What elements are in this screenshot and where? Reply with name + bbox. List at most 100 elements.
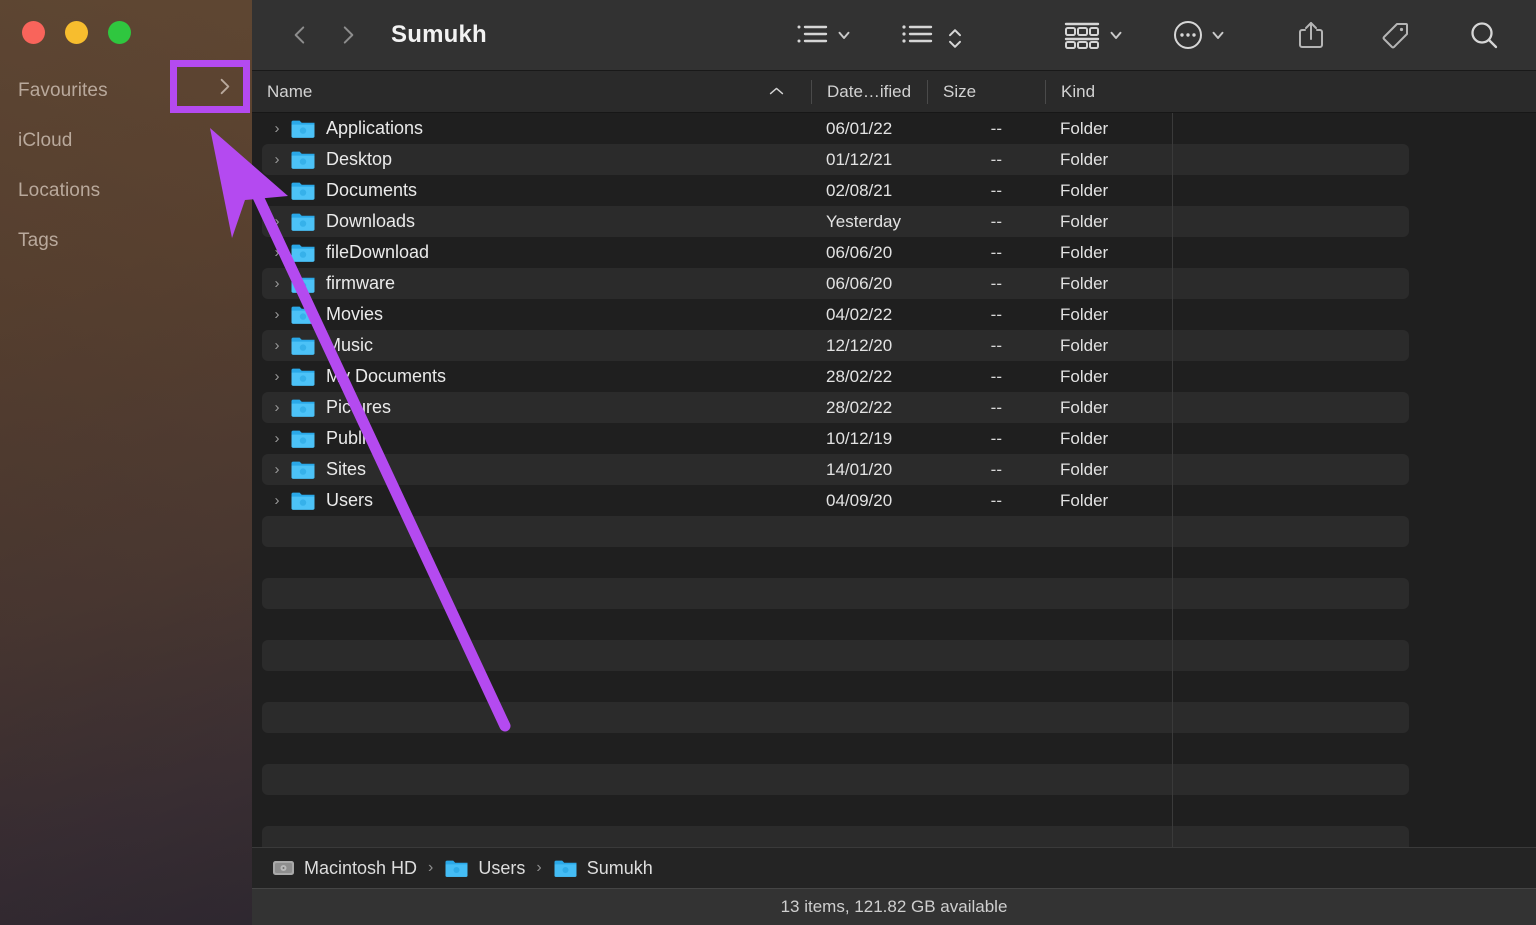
folder-icon — [290, 211, 316, 232]
row-background — [262, 578, 1409, 609]
file-name: Desktop — [326, 149, 393, 169]
column-header-size[interactable]: Size — [928, 71, 1046, 113]
file-size: -- — [990, 118, 1002, 138]
close-button[interactable] — [22, 21, 45, 44]
folder-icon — [290, 118, 316, 139]
status-text: 13 items, 121.82 GB available — [780, 897, 1008, 916]
disclosure-triangle-icon[interactable]: › — [264, 461, 290, 478]
disclosure-triangle-icon[interactable]: › — [264, 399, 290, 416]
table-row[interactable]: › Movies 04/02/22 -- Folder — [252, 299, 1536, 330]
sort-order-icon[interactable] — [945, 26, 963, 48]
disclosure-triangle-icon[interactable]: › — [264, 213, 290, 230]
sidebar-section-tags[interactable]: Tags — [0, 216, 252, 266]
table-row[interactable]: › Documents 02/08/21 -- Folder — [252, 175, 1536, 206]
disclosure-triangle-icon[interactable]: › — [264, 368, 290, 385]
breadcrumb-item-macintosh-hd[interactable]: Macintosh HD — [272, 858, 417, 879]
traffic-lights — [22, 21, 131, 44]
sidebar-collapse-chevron-icon[interactable] — [213, 75, 236, 103]
table-row[interactable]: › Music 12/12/20 -- Folder — [252, 330, 1536, 361]
table-row[interactable]: › fileDownload 06/06/20 -- Folder — [252, 237, 1536, 268]
column-header-date-modified[interactable]: Date…ified — [812, 71, 928, 113]
table-row[interactable]: › Public 10/12/19 -- Folder — [252, 423, 1536, 454]
group-by-button[interactable] — [795, 22, 853, 48]
table-row[interactable]: › Users 04/09/20 -- Folder — [252, 485, 1536, 516]
disclosure-triangle-icon[interactable]: › — [264, 306, 290, 323]
folder-icon — [290, 273, 316, 294]
sidebar-section-icloud[interactable]: iCloud — [0, 116, 252, 166]
row-background — [262, 547, 1409, 578]
folder-icon — [290, 397, 316, 418]
file-name: Music — [326, 335, 374, 355]
disclosure-triangle-icon[interactable]: › — [264, 151, 290, 168]
breadcrumb-item-users[interactable]: Users — [444, 858, 525, 879]
breadcrumb-separator: › — [536, 859, 542, 876]
row-background — [262, 640, 1409, 671]
chevron-down-icon[interactable] — [1107, 26, 1125, 44]
action-menu-button[interactable] — [1173, 20, 1227, 50]
file-size: -- — [990, 428, 1002, 448]
folder-icon — [290, 366, 316, 387]
action-menu-icon[interactable] — [1173, 20, 1203, 50]
table-row[interactable]: › Desktop 01/12/21 -- Folder — [252, 144, 1536, 175]
file-name: Movies — [326, 304, 384, 324]
row-background — [262, 671, 1409, 702]
table-row[interactable]: › firmware 06/06/20 -- Folder — [252, 268, 1536, 299]
column-header-kind[interactable]: Kind — [1046, 71, 1536, 113]
row-background — [262, 702, 1409, 733]
table-row[interactable]: › Sites 14/01/20 -- Folder — [252, 454, 1536, 485]
file-kind: Folder — [1060, 118, 1109, 138]
group-by-icon[interactable] — [795, 22, 829, 48]
chevron-down-icon[interactable] — [1209, 26, 1227, 44]
row-background — [262, 764, 1409, 795]
empty-row — [252, 671, 1536, 702]
empty-row — [252, 702, 1536, 733]
file-size: -- — [990, 397, 1002, 417]
table-row[interactable]: › Pictures 28/02/22 -- Folder — [252, 392, 1536, 423]
file-kind: Folder — [1060, 366, 1109, 386]
disclosure-triangle-icon[interactable]: › — [264, 182, 290, 199]
folder-icon — [290, 304, 316, 325]
folder-icon — [290, 242, 316, 263]
view-options-icon[interactable] — [1063, 21, 1101, 49]
chevron-down-icon[interactable] — [835, 26, 853, 44]
file-name: Downloads — [326, 211, 416, 231]
file-kind: Folder — [1060, 428, 1109, 448]
file-kind: Folder — [1060, 459, 1109, 479]
disclosure-triangle-icon[interactable]: › — [264, 244, 290, 261]
file-name: Sites — [326, 459, 367, 479]
breadcrumb-item-sumukh[interactable]: Sumukh — [553, 858, 653, 879]
file-name: My Documents — [326, 366, 447, 386]
minimize-button[interactable] — [65, 21, 88, 44]
back-icon[interactable] — [287, 22, 313, 48]
maximize-button[interactable] — [108, 21, 131, 44]
folder-icon — [553, 858, 578, 878]
column-header-name[interactable]: Name — [252, 71, 812, 113]
disclosure-triangle-icon[interactable]: › — [264, 492, 290, 509]
share-icon[interactable] — [1297, 20, 1325, 50]
forward-icon[interactable] — [335, 22, 361, 48]
disclosure-triangle-icon[interactable]: › — [264, 430, 290, 447]
window-title: Sumukh — [391, 21, 487, 48]
view-as-list-icon[interactable] — [901, 22, 933, 48]
search-icon[interactable] — [1469, 20, 1500, 51]
disclosure-triangle-icon[interactable]: › — [264, 120, 290, 137]
disclosure-triangle-icon[interactable]: › — [264, 337, 290, 354]
main-window: Sumukh Name Date…ified Size Kind › Appli… — [252, 0, 1536, 925]
tag-icon[interactable] — [1381, 20, 1411, 50]
file-name: Public — [326, 428, 376, 448]
row-background — [262, 826, 1409, 847]
disclosure-triangle-icon[interactable]: › — [264, 275, 290, 292]
file-size: -- — [990, 149, 1002, 169]
folder-icon — [290, 149, 316, 170]
table-row[interactable]: › Downloads Yesterday -- Folder — [252, 206, 1536, 237]
file-list[interactable]: › Applications 06/01/22 -- Folder › Desktop 0… — [252, 113, 1536, 847]
table-row[interactable]: › Applications 06/01/22 -- Folder — [252, 113, 1536, 144]
breadcrumb: Macintosh HD › Users › Sumukh — [252, 847, 1536, 888]
navigation-buttons — [287, 22, 361, 48]
empty-row — [252, 547, 1536, 578]
empty-row — [252, 795, 1536, 826]
sidebar-section-locations[interactable]: Locations — [0, 166, 252, 216]
view-options-button[interactable] — [1063, 21, 1125, 49]
table-row[interactable]: › My Documents 28/02/22 -- Folder — [252, 361, 1536, 392]
view-as-list-button[interactable] — [901, 22, 963, 48]
